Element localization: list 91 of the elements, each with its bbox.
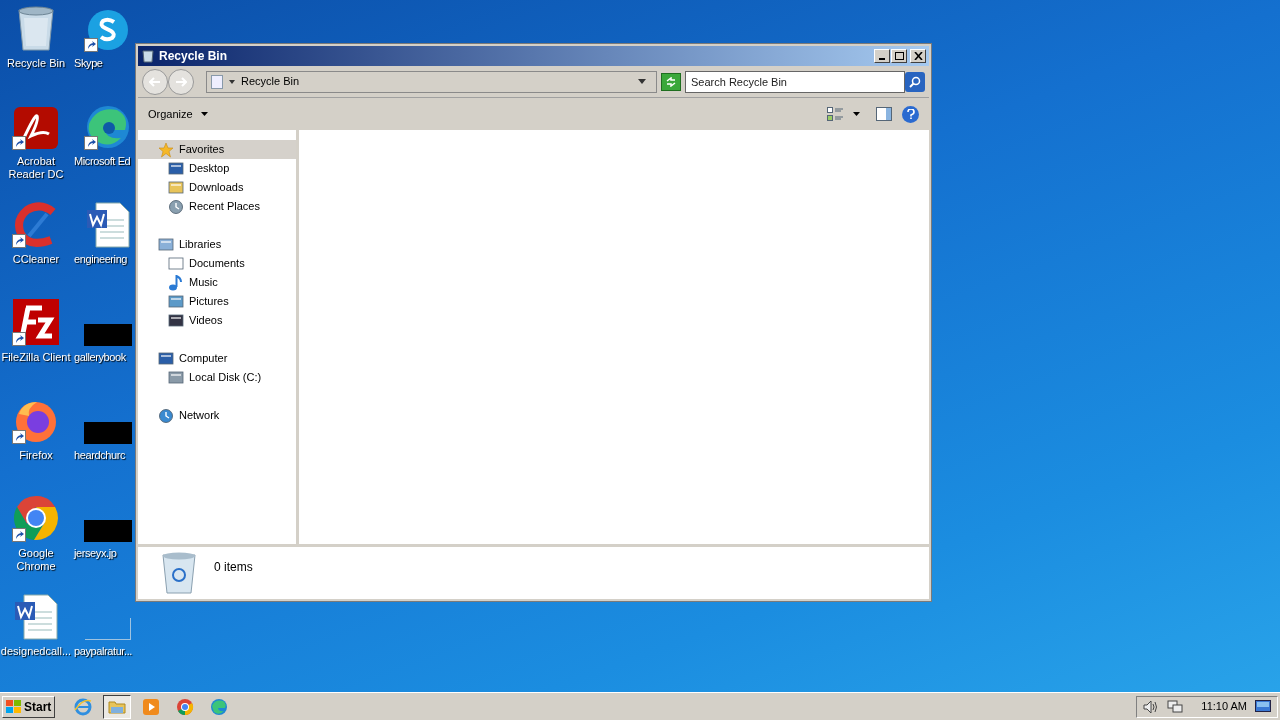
nav-item[interactable]: Desktop (138, 159, 296, 178)
question-mark-icon (906, 109, 915, 119)
taskbar-button[interactable] (103, 694, 132, 719)
nav-item[interactable]: Libraries (138, 235, 296, 254)
desktop-icon[interactable]: engineering (74, 200, 134, 298)
ie-icon[interactable] (74, 697, 93, 716)
edge-icon[interactable] (210, 697, 229, 716)
folder-icon (158, 236, 174, 253)
clock: 11:10 AM (1201, 699, 1247, 715)
clock-icon (168, 198, 184, 215)
network-icon[interactable] (1167, 699, 1184, 714)
nav-item[interactable]: Network (138, 406, 296, 425)
chrome-icon[interactable] (176, 697, 195, 716)
thumbnail-icon (84, 422, 132, 444)
back-arrow-icon (149, 76, 161, 87)
maximize-icon (894, 52, 904, 60)
refresh-icon (665, 76, 677, 87)
address-bar[interactable]: Recycle Bin (206, 70, 657, 93)
music-note-icon (168, 274, 184, 291)
filezilla-icon (12, 298, 60, 346)
acrobat-icon (13, 106, 59, 150)
search-button[interactable] (905, 71, 925, 92)
recycle-bin-icon (160, 551, 198, 595)
word-document-icon (86, 202, 130, 248)
refresh-button[interactable] (661, 72, 681, 91)
nav-item[interactable]: Computer (138, 349, 296, 368)
close-icon (913, 52, 923, 60)
recycle-bin-icon (211, 74, 223, 89)
caret-icon (200, 112, 208, 116)
speaker-icon[interactable] (1143, 699, 1160, 714)
nav-item[interactable]: Favorites (138, 140, 296, 159)
chrome-icon (12, 494, 60, 542)
item-count: 0 items (214, 559, 253, 576)
document-icon (168, 255, 184, 272)
desktop-icon[interactable]: gallerybook (74, 298, 134, 396)
nav-item[interactable]: Downloads (138, 178, 296, 197)
nav-item[interactable]: Videos (138, 311, 296, 330)
pane-icon (876, 107, 892, 121)
show-desktop-icon[interactable] (1255, 700, 1271, 713)
desktop-icon[interactable]: Google Chrome (0, 494, 72, 592)
star-icon (158, 141, 174, 158)
desktop-icon[interactable]: FileZilla Client (0, 298, 72, 396)
folder-icon (168, 179, 184, 196)
nav-item[interactable]: Documents (138, 254, 296, 273)
film-icon (168, 312, 184, 329)
media-player-icon[interactable] (142, 697, 161, 716)
forward-arrow-icon (175, 76, 187, 87)
edge-icon (85, 104, 131, 150)
view-list-icon (827, 107, 843, 121)
forward-button[interactable] (168, 68, 194, 95)
thumbnail-icon (84, 324, 132, 346)
recycle-bin-icon (141, 49, 155, 63)
preview-pane-button[interactable] (876, 107, 892, 121)
close-button[interactable] (910, 49, 926, 63)
picture-icon (168, 293, 184, 310)
search-icon (909, 75, 921, 88)
dropdown-caret-icon (638, 79, 646, 84)
monitor-icon (168, 160, 184, 177)
nav-item[interactable]: Recent Places (138, 197, 296, 216)
maximize-button[interactable] (891, 49, 907, 63)
view-options-button[interactable] (827, 107, 860, 121)
thumbnail-icon (84, 520, 132, 542)
search-field[interactable]: Search Recycle Bin (685, 70, 905, 93)
back-button[interactable] (142, 68, 168, 95)
recycle-bin-icon (16, 6, 56, 52)
desktop-icon[interactable]: designedcall... (0, 592, 72, 690)
word-document-icon (14, 594, 58, 640)
drive-icon (168, 369, 184, 386)
desktop-icon[interactable]: Microsoft Ed (74, 102, 134, 200)
computer-icon (158, 350, 174, 367)
desktop-icon[interactable]: Acrobat Reader DC (0, 102, 72, 200)
desktop-icon[interactable]: Skype (74, 4, 134, 102)
nav-item[interactable]: Local Disk (C:) (138, 368, 296, 387)
desktop-icon[interactable]: heardchurc (74, 396, 134, 494)
desktop-icon[interactable]: Recycle Bin (0, 4, 72, 102)
window-title: Recycle Bin (159, 48, 228, 65)
desktop-icon[interactable]: paypalratur... (74, 592, 134, 690)
desktop-icon[interactable]: jerseyx.jp (74, 494, 134, 592)
file-icon (85, 618, 131, 640)
desktop-icon[interactable]: Firefox (0, 396, 72, 494)
caret-icon (229, 79, 235, 84)
desktop-icon[interactable]: CCleaner (0, 200, 72, 298)
start-button[interactable]: Start (2, 695, 56, 718)
minimize-button[interactable] (874, 49, 890, 63)
nav-item[interactable]: Music (138, 273, 296, 292)
help-button[interactable] (902, 105, 919, 123)
nav-item[interactable]: Pictures (138, 292, 296, 311)
windows-logo-icon (6, 699, 22, 714)
organize-menu[interactable]: Organize (148, 105, 208, 123)
skype-icon (86, 8, 130, 52)
caret-icon (853, 112, 860, 116)
